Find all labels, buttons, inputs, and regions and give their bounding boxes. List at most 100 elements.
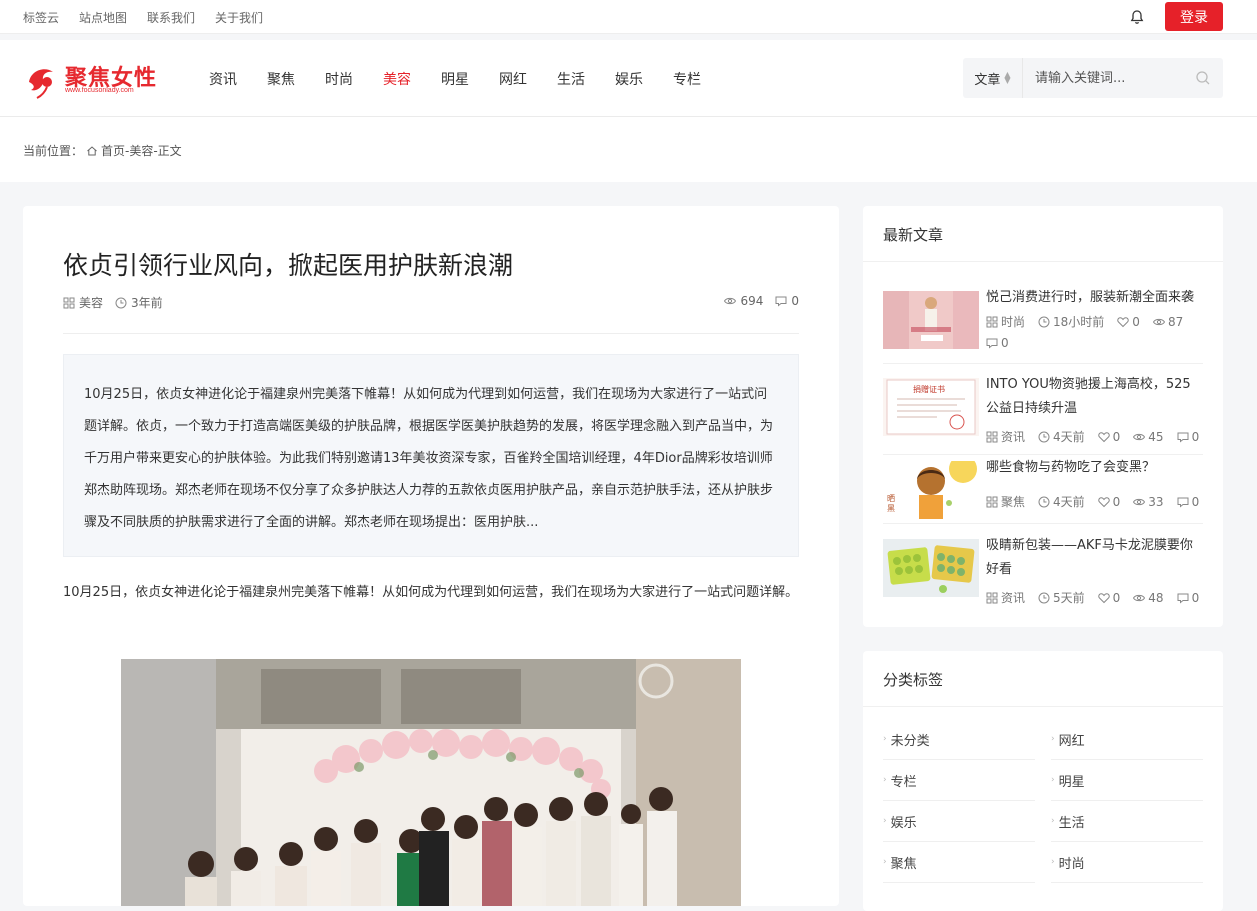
tag-item[interactable]: › 时尚: [1051, 842, 1203, 883]
logo-url: www.focusonlady.com: [65, 87, 134, 94]
post-time: 4天前: [1038, 493, 1085, 510]
post-meta: 时尚 18小时前 0 87 0: [986, 313, 1203, 350]
post-separator: [883, 523, 1203, 524]
post-comments[interactable]: 0: [1177, 589, 1200, 606]
article-photo: [121, 659, 741, 906]
post-time-label: 4天前: [1053, 430, 1085, 444]
top-link-sitemap[interactable]: 站点地图: [79, 9, 127, 26]
category-tags-title: 分类标签: [883, 671, 944, 689]
article-comments-count: 0: [791, 294, 799, 308]
logo-emblem-icon: [29, 69, 53, 99]
widget-divider: [863, 706, 1223, 707]
tag-label: 网红: [1058, 733, 1085, 749]
category-icon: [986, 316, 998, 327]
bullet-icon: ›: [883, 734, 887, 744]
post-likes[interactable]: 0: [1097, 428, 1121, 445]
article-category[interactable]: 美容: [63, 294, 103, 311]
breadcrumb: 当前位置： 首页-美容-正文: [23, 142, 182, 159]
svg-text:黑: 黑: [887, 504, 895, 513]
heart-icon: [1097, 496, 1110, 507]
bullet-icon: ›: [883, 775, 887, 785]
tag-label: 时尚: [1058, 856, 1085, 872]
post-time-label: 18小时前: [1053, 315, 1105, 329]
top-link-about[interactable]: 关于我们: [215, 9, 263, 26]
post-comments[interactable]: 0: [986, 336, 1009, 350]
post-likes[interactable]: 0: [1097, 493, 1120, 510]
post-category[interactable]: 时尚: [986, 313, 1025, 330]
post-category-label: 资讯: [1001, 591, 1026, 605]
post-time-label: 4天前: [1053, 495, 1085, 509]
bell-icon[interactable]: [1129, 9, 1145, 25]
tag-label: 明星: [1058, 774, 1085, 790]
clock-icon: [1038, 431, 1050, 442]
post-thumbnail[interactable]: 捐赠证书: [883, 378, 979, 436]
bullet-icon: ›: [1051, 816, 1055, 826]
search-icon[interactable]: [1195, 70, 1211, 86]
tag-item[interactable]: › 生活: [1051, 801, 1203, 842]
bullet-icon: ›: [1051, 734, 1055, 744]
post-title[interactable]: INTO YOU物资驰援上海高校，525公益日持续升温: [986, 373, 1203, 421]
search-type-select[interactable]: 文章 ▲ ▼: [963, 58, 1023, 98]
post-time: 18小时前: [1038, 313, 1104, 330]
category-icon: [63, 297, 75, 308]
breadcrumb-bar: 当前位置： 首页-美容-正文: [0, 117, 1257, 182]
post-likes[interactable]: 0: [1097, 589, 1120, 606]
post-category[interactable]: 聚焦: [986, 493, 1025, 510]
eye-icon: [724, 297, 737, 305]
tag-item[interactable]: › 聚焦: [883, 842, 1035, 883]
breadcrumb-prefix: 当前位置：: [23, 144, 84, 158]
post-category[interactable]: 资讯: [986, 428, 1025, 445]
article-comments[interactable]: 0: [775, 294, 799, 308]
post-time: 4天前: [1038, 428, 1085, 445]
post-title[interactable]: 悦己消费进行时，服装新潮全面来袭: [986, 286, 1203, 310]
post-category-label: 资讯: [1001, 430, 1026, 444]
site-logo[interactable]: 聚焦女性 www.focusonlady.com: [23, 60, 163, 100]
nav-item-influencers[interactable]: 网红: [484, 69, 542, 89]
top-link-tag-cloud[interactable]: 标签云: [23, 9, 59, 26]
nav-item-focus[interactable]: 聚焦: [252, 69, 310, 89]
tag-item[interactable]: › 未分类: [883, 719, 1035, 760]
post-views: 87: [1152, 313, 1183, 330]
post-comments[interactable]: 0: [1177, 493, 1199, 510]
nav-item-life[interactable]: 生活: [542, 69, 600, 89]
post-thumbnail[interactable]: 晒 黑: [883, 461, 979, 519]
search-type-label: 文章: [974, 72, 1001, 88]
latest-posts-title: 最新文章: [883, 226, 944, 244]
post-category-label: 时尚: [1001, 315, 1026, 329]
comment-icon: [1177, 593, 1189, 604]
nav-item-column[interactable]: 专栏: [658, 69, 716, 89]
post-title[interactable]: 吸睛新包装——AKF马卡龙泥膜要你好看: [986, 534, 1203, 582]
home-icon: [87, 145, 97, 155]
search-input[interactable]: [1035, 68, 1185, 88]
post-comments[interactable]: 0: [1177, 428, 1199, 445]
post-views-count: 45: [1148, 429, 1164, 444]
nav-item-fashion[interactable]: 时尚: [310, 69, 368, 89]
tag-item[interactable]: › 专栏: [883, 760, 1035, 801]
post-title[interactable]: 哪些食物与药物吃了会变黑？: [986, 456, 1203, 480]
post-category[interactable]: 资讯: [986, 589, 1025, 606]
tag-item[interactable]: › 网红: [1051, 719, 1203, 760]
post-thumbnail[interactable]: [883, 539, 979, 597]
article-time-label: 3年前: [131, 296, 163, 310]
post-likes[interactable]: 0: [1117, 313, 1140, 330]
post-meta: 资讯 5天前 0 48 0: [986, 589, 1203, 606]
widget-divider: [863, 261, 1223, 262]
tag-label: 专栏: [890, 774, 917, 790]
nav-item-entertainment[interactable]: 娱乐: [600, 69, 658, 89]
nav-item-stars[interactable]: 明星: [426, 69, 484, 89]
post-likes-count: 0: [1112, 429, 1121, 444]
category-icon: [986, 496, 998, 507]
top-link-contact[interactable]: 联系我们: [147, 9, 195, 26]
main-nav: 资讯 聚焦 时尚 美容 明星 网红 生活 娱乐 专栏: [194, 40, 716, 117]
post-thumbnail[interactable]: [883, 291, 979, 349]
heart-icon: [1117, 316, 1129, 327]
tag-item[interactable]: › 娱乐: [883, 801, 1035, 842]
nav-item-beauty[interactable]: 美容: [368, 69, 426, 89]
svg-text:捐赠证书: 捐赠证书: [913, 384, 945, 394]
post-comments-count: 0: [1191, 590, 1200, 605]
post-views-count: 48: [1148, 590, 1164, 605]
tag-item[interactable]: › 明星: [1051, 760, 1203, 801]
breadcrumb-path[interactable]: 首页-美容-正文: [101, 142, 182, 159]
login-button[interactable]: 登录: [1165, 2, 1223, 31]
nav-item-news[interactable]: 资讯: [194, 69, 252, 89]
